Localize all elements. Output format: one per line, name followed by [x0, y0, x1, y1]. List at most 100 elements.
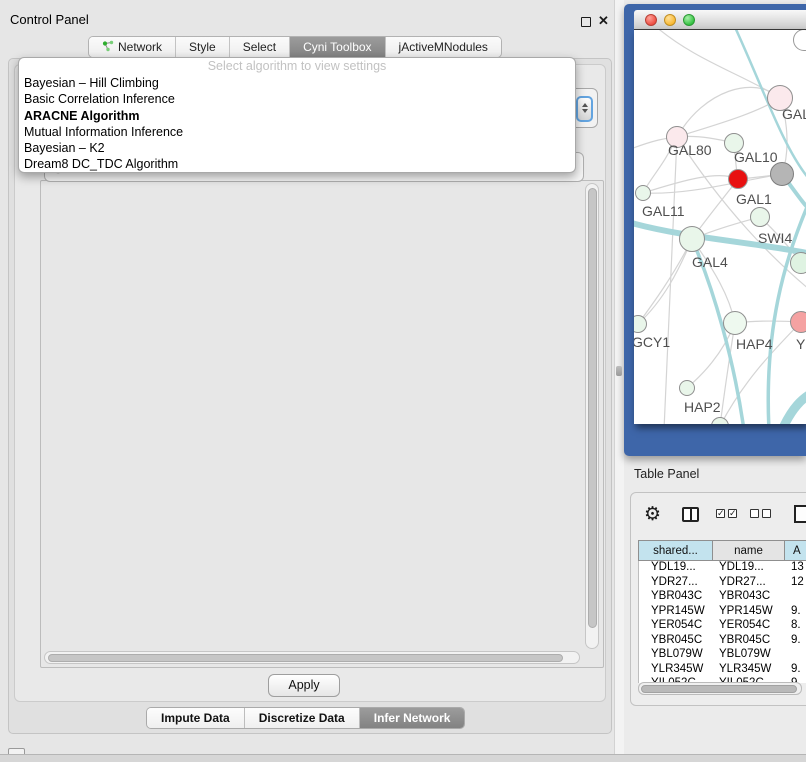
gear-icon[interactable]: ⚙ — [644, 503, 661, 525]
bottom-tabbar: Impute Data Discretize Data Infer Networ… — [146, 707, 465, 729]
checked-checkbox-icon[interactable]: ✓ — [716, 509, 725, 518]
network-icon — [102, 40, 114, 55]
network-node-gal4[interactable] — [679, 226, 705, 252]
table-cell: YLR345W — [639, 663, 713, 678]
algorithm-option[interactable]: Basic Correlation Inference — [19, 91, 575, 107]
node-label: GAL — [782, 106, 806, 122]
table-cell: YPR145W — [639, 605, 713, 620]
node-label: GAL10 — [734, 149, 778, 165]
tab-label: Infer Network — [374, 711, 451, 725]
tab-cyni-toolbox[interactable]: Cyni Toolbox — [290, 37, 385, 57]
algorithm-option[interactable]: Dream8 DC_TDC Algorithm — [19, 156, 575, 172]
table-cell: YDL19... — [639, 561, 713, 576]
algorithm-option[interactable]: ARACNE Algorithm — [19, 108, 575, 124]
network-canvas[interactable]: GALGAL80GAL10GAL1SWI4GAL11GAL4GCY1HAP4YH… — [634, 30, 806, 424]
tab-discretize-data[interactable]: Discretize Data — [245, 708, 360, 728]
settings-horizontal-scrollbar[interactable] — [44, 651, 580, 664]
close-icon[interactable]: ✕ — [598, 13, 609, 29]
algorithm-option[interactable]: Bayesian – K2 — [19, 140, 575, 156]
scrollbar-thumb[interactable] — [588, 188, 597, 628]
table-column-header[interactable]: A — [784, 540, 806, 561]
table-cell: 8. — [785, 619, 806, 634]
node-label: GAL4 — [692, 254, 728, 270]
table-cell — [785, 590, 806, 605]
bottom-status-bar — [0, 754, 806, 762]
settings-scroll-area — [40, 180, 604, 668]
table-cell: 13 — [785, 561, 806, 576]
control-panel-titlebar: Control Panel ✕ — [0, 4, 614, 32]
scrollbar-thumb[interactable] — [48, 654, 563, 662]
document-icon[interactable] — [794, 505, 806, 523]
table-cell: YDL19... — [713, 561, 785, 576]
tab-label: Network — [118, 40, 162, 54]
table-row[interactable]: YBL079WYBL079W — [639, 648, 806, 663]
table-cell: YER054C — [639, 619, 713, 634]
network-node-swi4[interactable] — [750, 207, 770, 227]
network-node-gal1[interactable] — [728, 169, 748, 189]
algorithm-option[interactable]: Mutual Information Inference — [19, 124, 575, 140]
table-row[interactable]: YLR345WYLR345W9. — [639, 663, 806, 678]
table-cell: YBR045C — [639, 634, 713, 649]
table-row[interactable]: YBR045CYBR045C9. — [639, 634, 806, 649]
tab-network[interactable]: Network — [89, 37, 176, 57]
close-traffic-light-icon[interactable] — [645, 14, 657, 26]
table-cell: 9. — [785, 634, 806, 649]
tab-infer-network[interactable]: Infer Network — [360, 708, 465, 728]
table-column-header[interactable]: name — [712, 540, 784, 561]
network-window-titlebar[interactable] — [634, 10, 806, 30]
table-cell: YBR043C — [713, 590, 785, 605]
table-cell: YBL079W — [639, 648, 713, 663]
network-node[interactable] — [770, 162, 794, 186]
table-cell: YBR045C — [713, 634, 785, 649]
combo-arrows-icon — [582, 103, 588, 113]
table-row[interactable]: YBR043CYBR043C — [639, 590, 806, 605]
network-node-hap2[interactable] — [679, 380, 695, 396]
network-node-hap4[interactable] — [723, 311, 747, 335]
scrollbar-thumb[interactable] — [641, 685, 797, 693]
network-node[interactable] — [790, 252, 806, 274]
unchecked-checkbox-icon[interactable] — [750, 509, 759, 518]
splitter-grip[interactable] — [616, 366, 622, 376]
table-cell: 9. — [785, 663, 806, 678]
table-cell — [785, 648, 806, 663]
tab-label: Discretize Data — [259, 711, 345, 725]
table-panel-header: Table Panel — [624, 458, 806, 488]
node-label: HAP4 — [736, 336, 773, 352]
node-label: HAP2 — [684, 399, 721, 415]
minimize-traffic-light-icon[interactable] — [664, 14, 676, 26]
unchecked-checkbox-icon[interactable] — [762, 509, 771, 518]
control-panel-tabbar: Network Style Select Cyni Toolbox jActiv… — [88, 36, 502, 58]
table-row[interactable]: YER054CYER054C8. — [639, 619, 806, 634]
table-horizontal-scrollbar[interactable] — [638, 682, 802, 695]
table-cell: YBR043C — [639, 590, 713, 605]
table-column-header[interactable]: shared... — [638, 540, 712, 561]
network-node-y[interactable] — [790, 311, 806, 333]
tab-impute-data[interactable]: Impute Data — [147, 708, 245, 728]
panel-title: Control Panel — [10, 12, 89, 27]
focused-combo-button[interactable] — [576, 96, 593, 122]
columns-icon[interactable] — [682, 507, 699, 522]
network-node-gal11[interactable] — [635, 185, 651, 201]
table-panel-title: Table Panel — [634, 467, 699, 481]
zoom-traffic-light-icon[interactable] — [683, 14, 695, 26]
table-body: YDL19...YDL19...13YDR27...YDR27...12YBR0… — [638, 561, 806, 683]
tab-jactivemnodules[interactable]: jActiveMNodules — [386, 37, 501, 57]
table-row[interactable]: YDL19...YDL19...13 — [639, 561, 806, 576]
algorithm-option[interactable]: Bayesian – Hill Climbing — [19, 75, 575, 91]
apply-button[interactable]: Apply — [268, 674, 340, 697]
table-cell: YBL079W — [713, 648, 785, 663]
control-panel: Control Panel ✕ Network Style Select Cyn… — [0, 0, 614, 754]
table-row[interactable]: YPR145WYPR145W9. — [639, 605, 806, 620]
table-cell: 12 — [785, 576, 806, 591]
table-cell: YDR27... — [713, 576, 785, 591]
float-window-icon[interactable] — [581, 17, 591, 27]
table-row[interactable]: YDR27...YDR27...12 — [639, 576, 806, 591]
tab-select[interactable]: Select — [230, 37, 290, 57]
tab-style[interactable]: Style — [176, 37, 230, 57]
settings-vertical-scrollbar[interactable] — [585, 183, 599, 649]
algorithm-options-list: Bayesian – Hill ClimbingBasic Correlatio… — [19, 75, 575, 173]
algorithm-dropdown-placeholder: Select algorithm to view settings — [19, 58, 575, 75]
node-label: SWI4 — [758, 230, 792, 246]
panel-splitter[interactable] — [614, 0, 624, 754]
checked-checkbox-icon[interactable]: ✓ — [728, 509, 737, 518]
